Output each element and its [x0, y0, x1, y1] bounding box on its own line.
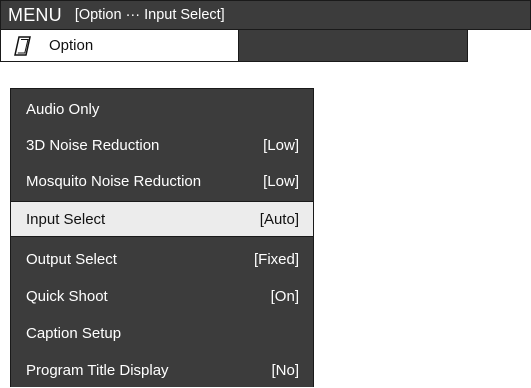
tab-bar-filler	[239, 30, 467, 61]
menu-item-input-select[interactable]: Input Select [Auto]	[10, 201, 314, 237]
menu-item-value: [No]	[271, 361, 299, 379]
breadcrumb: [Option ··· Input Select]	[74, 7, 225, 23]
menu-item-3d-noise-reduction[interactable]: 3D Noise Reduction [Low]	[11, 127, 313, 163]
menu-item-quick-shoot[interactable]: Quick Shoot [On]	[11, 278, 313, 314]
tab-bar: Option	[0, 30, 468, 62]
menu-item-program-title-display[interactable]: Program Title Display [No]	[11, 352, 313, 388]
menu-item-label: 3D Noise Reduction	[26, 136, 160, 154]
menu-item-output-select[interactable]: Output Select [Fixed]	[11, 241, 313, 277]
menu-panel: Audio Only 3D Noise Reduction [Low] Mosq…	[10, 88, 314, 387]
menu-item-value: [Fixed]	[253, 250, 299, 268]
menu-item-value: [Low]	[263, 172, 299, 190]
menu-item-caption-setup[interactable]: Caption Setup	[11, 315, 313, 351]
menu-item-label: Mosquito Noise Reduction	[26, 172, 202, 190]
menu-item-label: Program Title Display	[26, 361, 169, 379]
menu-item-value: [Low]	[263, 136, 299, 154]
menu-item-value: [On]	[270, 287, 299, 305]
title-bar: MENU [Option ··· Input Select]	[0, 0, 531, 30]
tab-option-label: Option	[49, 37, 94, 54]
tab-option[interactable]: Option	[1, 30, 239, 61]
menu-item-audio-only[interactable]: Audio Only	[11, 91, 313, 127]
menu-item-label: Audio Only	[26, 100, 100, 118]
menu-item-label: Output Select	[26, 250, 117, 268]
menu-title: MENU	[8, 4, 62, 25]
menu-item-label: Input Select	[26, 210, 106, 228]
menu-item-mosquito-noise-reduction[interactable]: Mosquito Noise Reduction [Low]	[11, 163, 313, 199]
menu-item-label: Caption Setup	[26, 324, 122, 342]
menu-item-label: Quick Shoot	[26, 287, 108, 305]
note-icon	[13, 35, 33, 57]
menu-item-value: [Auto]	[259, 210, 299, 228]
